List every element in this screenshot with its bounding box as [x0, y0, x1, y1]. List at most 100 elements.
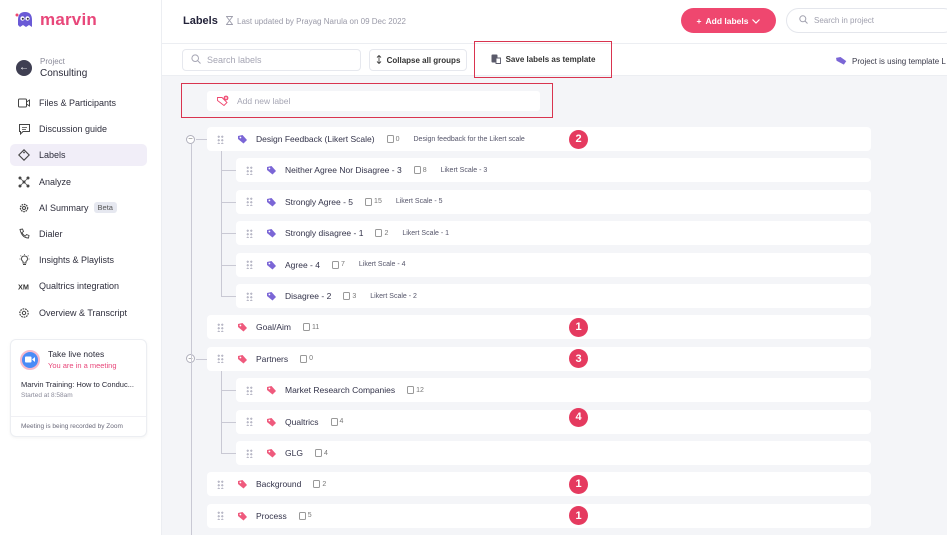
sidebar-item-dialer[interactable]: Dialer [10, 223, 147, 245]
marvin-logo[interactable]: marvin [14, 10, 97, 30]
label-name: Neither Agree Nor Disagree - 3 [285, 165, 402, 176]
sidebar: marvin ← Project Consulting Files & Part… [0, 0, 162, 535]
label-count-value: 7 [340, 261, 345, 269]
label-count: 2 [313, 480, 326, 489]
label-count-value: 0 [309, 355, 314, 363]
back-arrow-icon[interactable]: ← [16, 60, 32, 76]
drag-handle-icon[interactable] [217, 479, 224, 489]
sidebar-item-discussion-guide[interactable]: Discussion guide [10, 118, 147, 140]
drag-handle-icon[interactable] [246, 228, 253, 238]
label-count: 4 [314, 449, 328, 457]
save-template-label: Save labels as template [505, 55, 596, 64]
label-row[interactable]: Strongly disagree - 1 2 Likert Scale - 1 [236, 221, 871, 246]
sidebar-item-label: Labels [39, 150, 66, 161]
label-group-row[interactable]: Partners 0 [207, 346, 871, 371]
tree-connector [221, 170, 236, 172]
sidebar-item-label: Dialer [39, 228, 63, 239]
search-labels-input[interactable]: Search labels [182, 49, 361, 71]
drag-handle-icon[interactable] [246, 165, 253, 175]
meeting-name: Marvin Training: How to Conduc... [21, 380, 134, 389]
phone-icon [18, 228, 30, 240]
sidebar-item-label: Files & Participants [39, 98, 117, 108]
label-tag-icon [266, 291, 276, 301]
annotation-badge: 2 [569, 129, 588, 149]
sidebar-item-insights-playlists[interactable]: Insights & Playlists [10, 249, 147, 271]
label-count: 7 [331, 260, 345, 269]
drag-handle-icon[interactable] [217, 354, 224, 364]
add-labels-button[interactable]: + Add labels [681, 8, 776, 33]
marvin-logo-icon [14, 10, 36, 30]
tree-connector [221, 370, 222, 453]
drag-handle-icon[interactable] [217, 322, 224, 332]
label-count-value: 15 [374, 198, 382, 206]
sidebar-item-ai-summary[interactable]: AI Summary Beta [10, 197, 147, 219]
label-row[interactable]: Agree - 4 7 Likert Scale - 4 [236, 252, 871, 277]
drag-handle-icon[interactable] [217, 134, 224, 144]
drag-handle-icon[interactable] [246, 448, 253, 458]
xm-icon: XM [18, 280, 30, 292]
live-notes-title: Take live notes [48, 349, 105, 359]
svg-text:XM: XM [18, 282, 29, 291]
label-group-row[interactable]: Design Feedback (Likert Scale) 0 Design fe… [207, 127, 871, 151]
drag-handle-icon[interactable] [217, 511, 224, 521]
collapse-all-groups-button[interactable]: Collapse all groups [369, 49, 467, 71]
live-notes-card[interactable]: Take live notes You are in a meeting Mar… [10, 339, 147, 437]
sidebar-item-overview-transcript[interactable]: Overview & Transcript [10, 302, 147, 324]
collapse-group-toggle[interactable]: − [186, 134, 195, 144]
meeting-status: You are in a meeting [48, 361, 117, 370]
tree-connector [191, 144, 192, 535]
last-updated: Last updated by Prayag Narula on 09 Dec … [225, 16, 407, 27]
tree-connector [196, 358, 207, 360]
drag-handle-icon[interactable] [246, 417, 253, 427]
sidebar-item-files-participants[interactable]: Files & Participants [10, 92, 147, 114]
label-tag-icon [266, 228, 276, 238]
add-tag-icon [217, 95, 229, 108]
label-name: Process [256, 510, 287, 521]
label-row[interactable]: Qualtrics 4 [236, 409, 871, 434]
label-row[interactable]: Neither Agree Nor Disagree - 3 8 Likert Sc… [236, 158, 871, 183]
label-description: Likert Scale - 2 [370, 292, 417, 300]
save-labels-template-button[interactable]: Save labels as template [474, 41, 612, 78]
project-switcher[interactable]: ← Project Consulting [16, 57, 87, 79]
label-tag-icon [237, 134, 247, 144]
drag-handle-icon[interactable] [246, 291, 253, 301]
label-row[interactable]: Background 2 [207, 472, 871, 497]
note-count-icon [365, 197, 373, 206]
add-new-label-input[interactable]: Add new label [207, 91, 540, 111]
note-count-icon [298, 511, 306, 520]
tag-icon [836, 55, 847, 67]
label-count-value: 4 [323, 449, 328, 457]
label-row[interactable]: Process 5 [207, 503, 871, 528]
label-tag-icon [237, 322, 247, 332]
label-name: Market Research Companies [285, 385, 396, 396]
labels-toolbar: Search labels Collapse all groups Save l… [162, 41, 947, 78]
annotation-badge: 1 [569, 474, 588, 494]
label-description: Likert Scale - 3 [440, 166, 488, 174]
label-count: 0 [300, 354, 314, 363]
drag-handle-icon[interactable] [246, 197, 253, 207]
add-labels-label: Add labels [705, 15, 749, 26]
sidebar-item-qualtrics-integration[interactable]: XM Qualtrics integration [10, 275, 147, 297]
drag-handle-icon[interactable] [246, 260, 253, 270]
gear-icon [18, 202, 30, 214]
label-row[interactable]: Goal/Aim 11 [207, 315, 871, 340]
collapse-all-label: Collapse all groups [386, 55, 461, 65]
label-count: 11 [302, 323, 319, 332]
label-name: Strongly disagree - 1 [285, 228, 364, 239]
project-search-input[interactable]: Search in project [786, 8, 947, 33]
label-row[interactable]: Strongly Agree - 5 15 Likert Scale - 5 [236, 189, 871, 214]
last-updated-text: Last updated by Prayag Narula on 09 Dec … [237, 17, 407, 26]
label-row[interactable]: Disagree - 2 3 Likert Scale - 2 [236, 284, 871, 308]
meeting-recording-note: Meeting is being recorded by Zoom [11, 416, 146, 436]
template-status-text: Project is using template L [852, 56, 946, 66]
label-row[interactable]: Market Research Companies 12 [236, 378, 871, 403]
sidebar-item-analyze[interactable]: Analyze [10, 171, 147, 193]
drag-handle-icon[interactable] [246, 385, 253, 395]
sidebar-item-labels[interactable]: Labels [10, 144, 147, 167]
sidebar-item-label: AI Summary [39, 202, 89, 213]
note-count-icon [375, 229, 383, 238]
video-file-icon [18, 97, 30, 109]
note-count-icon [314, 449, 322, 457]
label-row[interactable]: GLG 4 [236, 441, 871, 465]
analyze-icon [18, 176, 30, 188]
